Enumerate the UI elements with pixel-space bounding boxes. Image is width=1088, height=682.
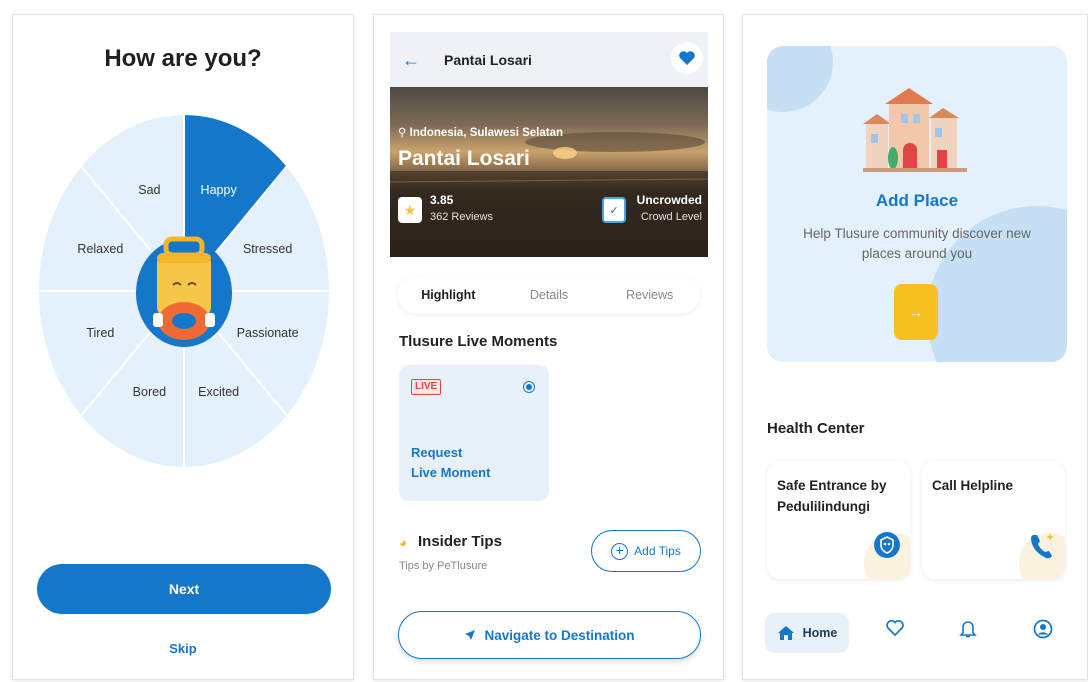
live-moments-title: Tlusure Live Moments [399,333,558,350]
tab-details[interactable]: Details [499,288,600,302]
mood-label-excited: Excited [198,385,240,400]
mood-label-passionate: Passionate [236,325,299,340]
heart-outline-icon[interactable] [885,619,905,637]
add-tips-label: Add Tips [634,544,681,558]
home-icon [777,626,794,640]
top-bar: ← Pantai Losari [390,32,708,87]
plus-circle-icon: + [611,542,629,560]
place-detail-screen: ← Pantai Losari ⚲ Indonesia, Sulawesi Se… [373,14,724,680]
insider-tips-title: Insider Tips [418,533,502,550]
navigate-button[interactable]: Navigate to Destination [398,611,701,659]
add-place-title: Add Place [875,191,959,210]
crowd-check-icon: ✓ [602,197,626,223]
favorite-button[interactable] [671,42,703,74]
page-title: How are you? [104,45,262,72]
insider-tips-subtitle: Tips by PeTlusure [399,560,488,572]
mood-label-bored: Bored [132,385,167,400]
navigate-label: Navigate to Destination [484,627,635,643]
mood-label-tired: Tired [86,325,115,340]
home-screen: Add Place Help Tlusure community discove… [742,14,1088,680]
request-live-moment-card[interactable]: LIVE Request Live Moment [399,365,549,501]
tab-highlight[interactable]: Highlight [398,288,499,302]
houses-icon [863,88,967,172]
radio-icon [523,381,535,393]
decor-blob [767,46,833,112]
mood-screen: How are you? Happy Stressed Passionate Exci… [12,14,354,680]
bell-icon[interactable] [959,619,977,639]
rating-value: 3.85 [430,193,454,207]
nav-home-label: Home [802,626,838,640]
add-place-button[interactable]: → [894,284,938,340]
heart-icon [679,51,695,65]
detail-tabs: Highlight Details Reviews [398,276,700,314]
safe-entrance-card[interactable]: Safe Entrance by Pedulilindungi [767,461,910,579]
hero-image: ⚲ Indonesia, Sulawesi Selatan Pantai Los… [390,87,708,257]
mood-label-stressed: Stressed [242,242,293,256]
back-arrow-icon[interactable]: ← [402,50,420,71]
navigate-icon [465,630,476,640]
location-label: ⚲ Indonesia, Sulawesi Selatan [398,127,564,139]
add-tips-button[interactable]: + Add Tips [591,530,701,572]
mood-label-relaxed: Relaxed [77,242,124,256]
place-name: Pantai Losari [398,147,530,170]
add-place-subtitle: Help Tlusure community discover new plac… [803,226,1031,261]
nav-home[interactable]: Home [765,613,849,653]
health-center-title: Health Center [767,420,865,437]
call-helpline-card[interactable]: Call Helpline [922,461,1065,579]
call-helpline-title: Call Helpline [932,478,1014,493]
star-icon: ★ [398,197,422,223]
live-badge: LIVE [411,379,442,395]
crowd-value: Uncrowded [636,193,702,207]
tab-reviews[interactable]: Reviews [599,288,700,302]
sunset-scene [390,132,708,257]
suitcase-avatar-icon [136,236,232,347]
bottom-nav: Home [743,603,1087,679]
arrow-right-icon: → [909,304,923,320]
add-place-card: Add Place Help Tlusure community discove… [767,46,1067,362]
profile-icon[interactable] [1033,619,1053,639]
shield-icon [874,532,900,558]
live-card-label: Request Live Moment [411,445,491,480]
lightbulb-icon: ◕ [399,535,407,550]
next-button[interactable]: Next [37,564,331,614]
header-title: Pantai Losari [444,52,532,68]
location-pin-icon: ⚲ [398,127,407,139]
mood-label-happy: Happy [200,182,237,197]
mood-label-sad: Sad [138,182,161,197]
skip-link[interactable]: Skip [13,641,353,656]
review-count: 362 Reviews [430,211,493,223]
safe-entrance-title: Safe Entrance by Pedulilindungi [777,478,887,514]
phone-icon [1031,533,1054,559]
crowd-label: Crowd Level [640,211,702,223]
